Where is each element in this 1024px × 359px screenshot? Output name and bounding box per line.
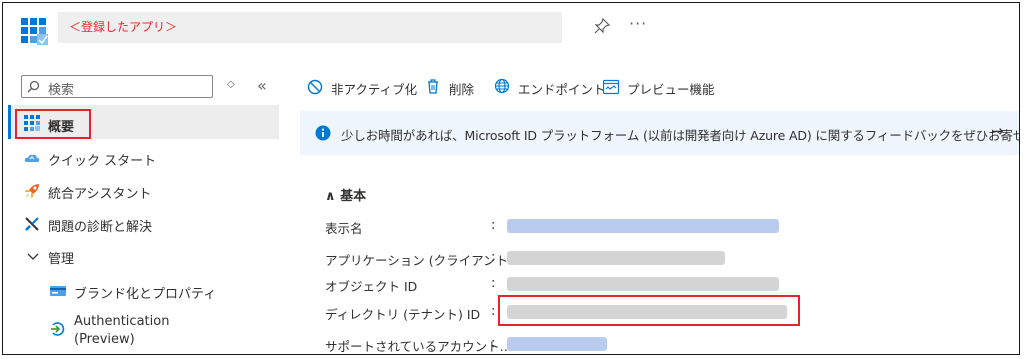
highlight-box-tenant-id bbox=[498, 295, 800, 326]
delete-button[interactable]: 削除 bbox=[449, 79, 474, 98]
object-id-label: オブジェクト ID bbox=[325, 279, 418, 294]
display-name-colon: : bbox=[491, 218, 496, 233]
quickstart-cloud-icon bbox=[24, 154, 40, 162]
wrench-icon bbox=[25, 217, 39, 231]
sidebar-group-manage[interactable]: 管理 bbox=[48, 248, 74, 267]
sidebar-item-integration-assistant[interactable]: 統合アシスタント bbox=[48, 183, 151, 202]
client-id-colon: : bbox=[491, 250, 496, 265]
info-icon bbox=[315, 125, 331, 141]
rocket-icon bbox=[25, 184, 39, 198]
tenant-id-label: ディレクトリ (テナント) ID bbox=[325, 307, 481, 322]
supported-accounts-colon: : bbox=[491, 336, 496, 351]
sidebar-item-authentication[interactable]: Authentication bbox=[74, 314, 169, 329]
pin-icon[interactable] bbox=[593, 17, 611, 35]
trash-icon bbox=[428, 79, 438, 94]
feedback-banner-text[interactable]: 少しお時間があれば、Microsoft ID プラットフォーム (以前は開発者向… bbox=[341, 125, 1019, 144]
sort-toggle-icon[interactable]: ◇ bbox=[227, 79, 235, 90]
highlight-box-overview bbox=[15, 109, 91, 139]
globe-icon bbox=[494, 78, 510, 94]
nav-selected-indicator bbox=[8, 105, 11, 139]
sidebar-item-quickstart[interactable]: クイック スタート bbox=[48, 150, 156, 169]
branding-card-icon bbox=[50, 286, 66, 296]
endpoints-button[interactable]: エンドポイント bbox=[518, 79, 606, 98]
window-frame: ＜登録したアプリ＞ ··· 検索 ◇ « 概要 クイック スタート 統合アシスタ… bbox=[2, 2, 1020, 355]
app-registration-icon bbox=[21, 18, 48, 45]
more-options-button[interactable]: ··· bbox=[629, 14, 647, 33]
client-id-value-redacted bbox=[507, 251, 725, 265]
object-id-colon: : bbox=[491, 276, 496, 291]
preview-features-icon bbox=[603, 79, 619, 95]
tenant-id-colon: : bbox=[491, 304, 496, 319]
sidebar-item-diagnose-solve[interactable]: 問題の診断と解決 bbox=[48, 216, 152, 235]
authentication-icon bbox=[51, 322, 65, 336]
object-id-value-redacted bbox=[507, 277, 779, 291]
essentials-toggle[interactable]: ∧ 基本 bbox=[325, 185, 366, 204]
search-icon bbox=[27, 80, 40, 93]
preview-features-button[interactable]: プレビュー機能 bbox=[627, 79, 715, 98]
page-title: ＜登録したアプリ＞ bbox=[69, 20, 178, 34]
supported-accounts-value-redacted[interactable] bbox=[507, 337, 607, 351]
supported-accounts-label: サポートされているアカウント… bbox=[325, 339, 513, 354]
deactivate-button[interactable]: 非アクティブ化 bbox=[331, 79, 417, 98]
sidebar-item-branding[interactable]: ブランド化とプロパティ bbox=[74, 283, 216, 302]
sidebar-item-authentication-preview[interactable]: (Preview) bbox=[74, 332, 135, 347]
display-name-value-redacted[interactable] bbox=[507, 219, 779, 233]
chevron-down-icon[interactable] bbox=[25, 249, 41, 265]
arrow-right-icon[interactable]: → bbox=[991, 122, 1004, 140]
display-name-label: 表示名 bbox=[325, 221, 363, 236]
search-placeholder: 検索 bbox=[48, 83, 75, 98]
deactivate-icon bbox=[307, 79, 323, 95]
collapse-sidebar-button[interactable]: « bbox=[257, 76, 267, 95]
